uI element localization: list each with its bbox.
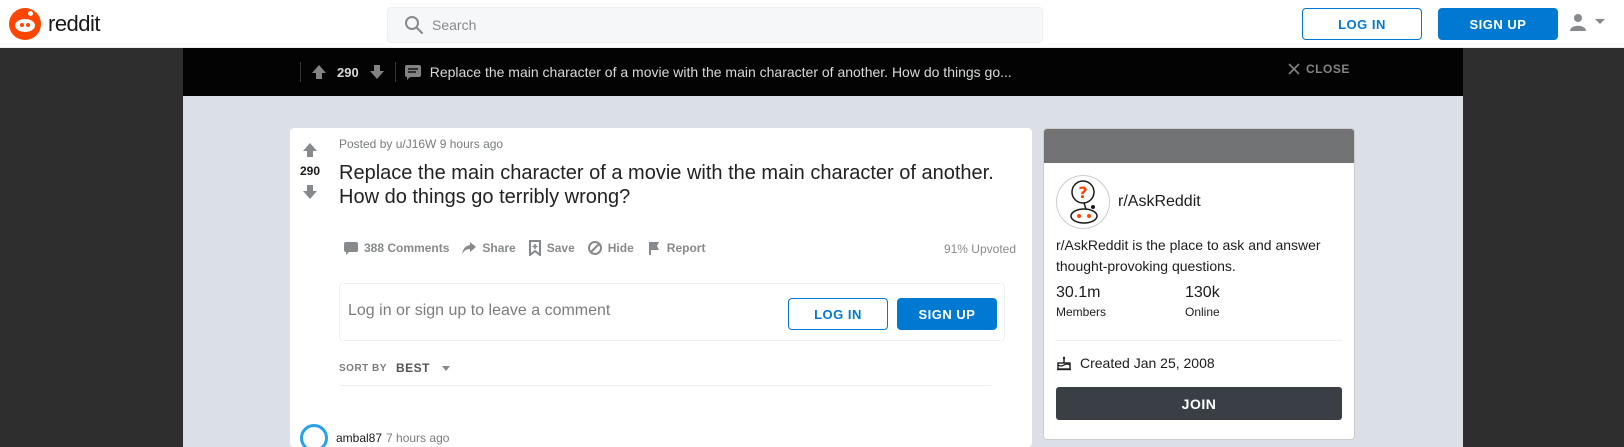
- post-actions: 388 Comments Share Save Hide Report: [339, 240, 709, 256]
- online-label: Online: [1185, 305, 1220, 319]
- search-icon: [405, 16, 423, 34]
- save-button[interactable]: Save: [524, 240, 579, 256]
- top-header: reddit LOG IN SIGN UP: [0, 0, 1624, 48]
- comments-button[interactable]: 388 Comments: [339, 240, 453, 256]
- downvote-icon[interactable]: [367, 62, 387, 82]
- report-label: Report: [666, 241, 706, 255]
- vote-score: 290: [299, 164, 321, 178]
- community-header: ? r/AskReddit: [1056, 175, 1201, 229]
- sort-dropdown[interactable]: SORT BY BEST: [339, 361, 456, 375]
- svg-text:?: ?: [1078, 183, 1087, 202]
- user-menu[interactable]: [1568, 12, 1606, 32]
- flag-icon: [648, 242, 659, 255]
- comment-header: ambal87 7 hours ago: [300, 424, 449, 447]
- divider: [1056, 340, 1342, 341]
- reddit-logo[interactable]: reddit: [9, 8, 101, 40]
- comment-icon: [344, 242, 358, 255]
- community-description: r/AskReddit is the place to ask and answ…: [1056, 237, 1321, 274]
- close-icon: [1288, 63, 1300, 75]
- divider: [339, 385, 991, 386]
- members-stat: 30.1m Members: [1056, 284, 1185, 319]
- downvote-icon[interactable]: [300, 182, 320, 202]
- hide-icon: [587, 241, 602, 255]
- share-icon: [462, 242, 477, 254]
- sort-label: SORT BY: [339, 362, 387, 374]
- comment-time: 7 hours ago: [386, 431, 450, 445]
- community-stats: 30.1m Members 130k Online: [1056, 284, 1314, 319]
- community-icon[interactable]: ?: [1056, 175, 1110, 229]
- bookmark-icon: [528, 240, 541, 256]
- created-date: Created Jan 25, 2008: [1056, 355, 1215, 371]
- close-label: CLOSE: [1306, 62, 1350, 76]
- hide-label: Hide: [607, 241, 634, 255]
- user-icon: [1570, 14, 1586, 31]
- post-card: 290 Posted by u/J16W 9 hours ago Replace…: [290, 128, 1032, 447]
- bar-post-title[interactable]: Replace the main character of a movie wi…: [430, 64, 1012, 80]
- comment-login-box: Log in or sign up to leave a comment LOG…: [339, 283, 1005, 341]
- share-button[interactable]: Share: [457, 240, 519, 256]
- save-label: Save: [546, 241, 575, 255]
- hide-button[interactable]: Hide: [583, 240, 638, 256]
- post-top-bar: 290 Replace the main character of a movi…: [183, 48, 1463, 96]
- search-input[interactable]: [432, 17, 1012, 33]
- share-label: Share: [482, 241, 516, 255]
- comments-label: 388 Comments: [364, 241, 450, 255]
- logo-text: reddit: [48, 11, 101, 36]
- chevron-down-icon: [1595, 19, 1605, 24]
- bar-vote-score: 290: [337, 64, 359, 80]
- header-signup-button[interactable]: SIGN UP: [1438, 8, 1558, 40]
- community-sidebar: ? r/AskReddit r/AskReddit is the place t…: [1043, 128, 1355, 440]
- vote-column: 290: [290, 128, 330, 202]
- created-text: Created Jan 25, 2008: [1080, 355, 1215, 371]
- post-text-icon: [404, 65, 421, 80]
- caret-down-icon: [441, 366, 450, 371]
- askreddit-icon: ?: [1070, 180, 1098, 224]
- upvote-icon[interactable]: [300, 140, 320, 160]
- avatar[interactable]: [300, 424, 328, 447]
- header-login-button[interactable]: LOG IN: [1302, 8, 1422, 40]
- post-meta: Posted by u/J16W 9 hours ago: [339, 137, 504, 151]
- divider: [394, 62, 396, 82]
- upvote-ratio: 91% Upvoted: [943, 242, 1016, 256]
- close-button[interactable]: CLOSE: [1288, 62, 1350, 76]
- community-banner: [1044, 129, 1354, 163]
- join-button[interactable]: JOIN: [1056, 387, 1342, 420]
- post-title: Replace the main character of a movie wi…: [339, 162, 994, 208]
- comment-signup-button[interactable]: SIGN UP: [897, 298, 997, 330]
- online-stat: 130k Online: [1185, 284, 1314, 319]
- comment-author[interactable]: ambal87: [336, 431, 382, 445]
- divider: [300, 62, 301, 82]
- members-count: 30.1m: [1056, 284, 1101, 301]
- search-bar[interactable]: [387, 7, 1043, 43]
- report-button[interactable]: Report: [642, 240, 710, 256]
- comment-prompt: Log in or sign up to leave a comment: [348, 302, 611, 319]
- online-count: 130k: [1185, 284, 1220, 301]
- community-name[interactable]: r/AskReddit: [1118, 193, 1201, 211]
- upvote-icon[interactable]: [309, 62, 329, 82]
- comment-login-button[interactable]: LOG IN: [788, 298, 888, 330]
- reddit-snoo-icon: [9, 8, 41, 40]
- sort-value: BEST: [395, 361, 430, 375]
- members-label: Members: [1056, 305, 1107, 319]
- cake-icon: [1057, 356, 1071, 371]
